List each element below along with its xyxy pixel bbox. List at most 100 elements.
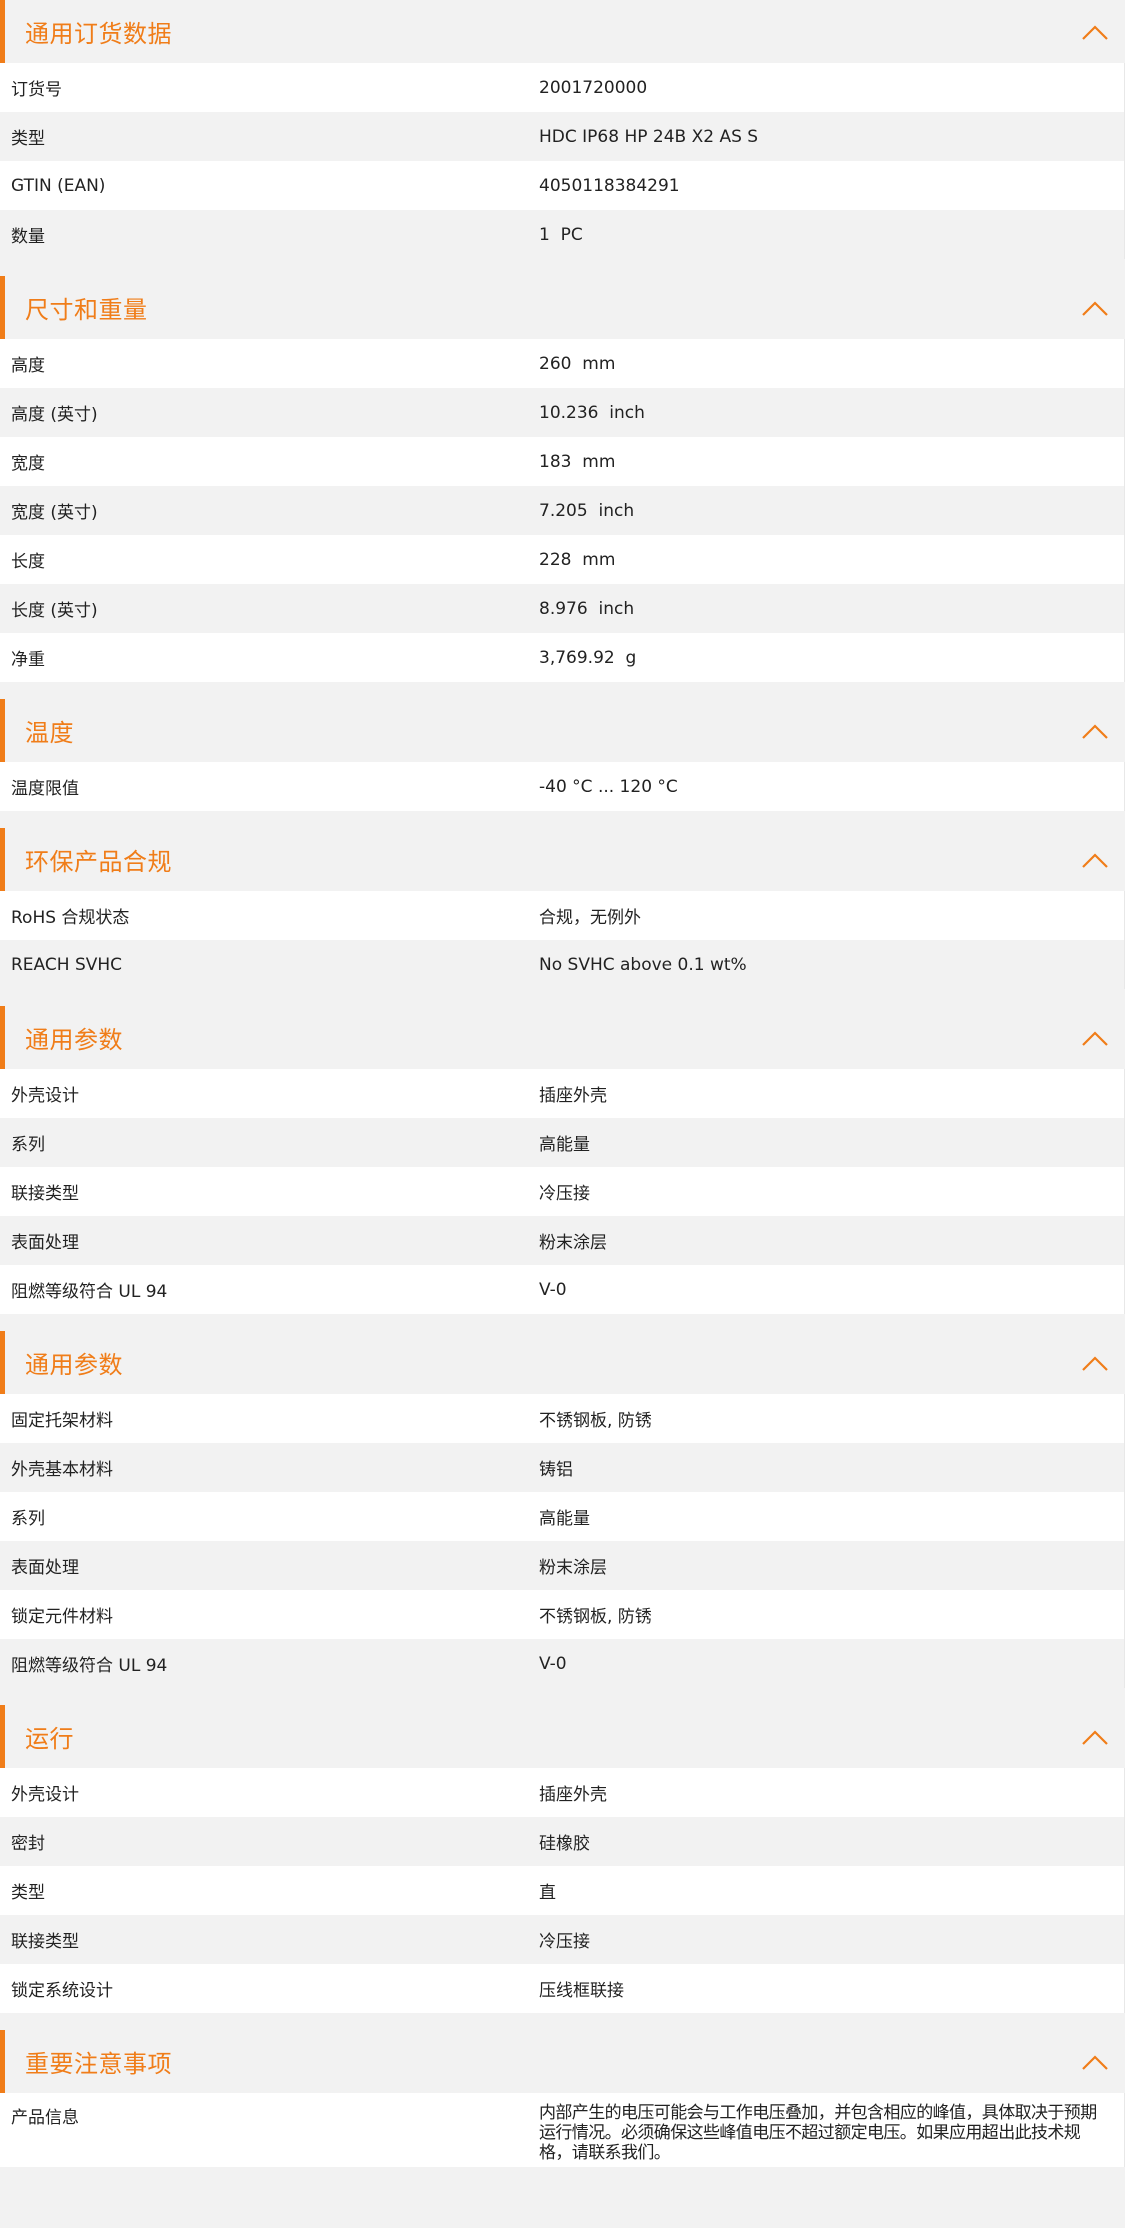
table-row: 密封 硅橡胶 <box>0 1817 1124 1866</box>
row-value: 4050118384291 <box>539 175 680 196</box>
table-row: 宽度 (英寸) 7.205 inch <box>0 486 1124 535</box>
row-label: 系列 <box>11 1135 45 1155</box>
section-header[interactable]: 通用参数 <box>0 1331 1125 1394</box>
table-row: 高度 (英寸) 10.236 inch <box>0 388 1124 437</box>
spec-table: 产品信息 内部产生的电压可能会与工作电压叠加，并包含相应的峰值，具体取决于预期运行… <box>0 2093 1125 2167</box>
row-value: No SVHC above 0.1 wt% <box>539 954 747 975</box>
row-label: 高度 (英寸) <box>11 405 98 425</box>
row-label: 产品信息 <box>11 2108 79 2128</box>
table-row: 温度限值 -40 °C ... 120 °C <box>0 762 1124 811</box>
row-value: 260 mm <box>539 353 616 374</box>
table-row: 系列 高能量 <box>0 1118 1124 1167</box>
chevron-up-icon[interactable] <box>1081 299 1109 317</box>
row-value: 冷压接 <box>539 1184 590 1204</box>
row-label: 锁定元件材料 <box>11 1607 113 1627</box>
table-row: 高度 260 mm <box>0 339 1124 388</box>
row-value: V-0 <box>539 1653 567 1674</box>
section-title: 尺寸和重量 <box>25 296 148 324</box>
row-value: 冷压接 <box>539 1932 590 1952</box>
row-label: 表面处理 <box>11 1558 79 1578</box>
row-value: -40 °C ... 120 °C <box>539 776 678 797</box>
section-title: 通用订货数据 <box>25 20 172 48</box>
row-label: 订货号 <box>11 80 62 100</box>
table-row: 类型 直 <box>0 1866 1124 1915</box>
section-title: 通用参数 <box>25 1026 123 1054</box>
row-label: 锁定系统设计 <box>11 1981 113 2001</box>
chevron-up-icon[interactable] <box>1081 722 1109 740</box>
section-header[interactable]: 运行 <box>0 1705 1125 1768</box>
spec-table: 外壳设计 插座外壳 系列 高能量 联接类型 冷压接 表面处理 粉末涂层 阻燃等级符合 UL 94… <box>0 1069 1125 1314</box>
section-header[interactable]: 环保产品合规 <box>0 828 1125 891</box>
table-row: 长度 (英寸) 8.976 inch <box>0 584 1124 633</box>
section-title: 温度 <box>25 719 74 747</box>
row-label: 阻燃等级符合 UL 94 <box>11 1282 168 1302</box>
row-label: 长度 <box>11 552 45 572</box>
row-label: 系列 <box>11 1509 45 1529</box>
row-label: 外壳设计 <box>11 1785 79 1805</box>
section-title: 环保产品合规 <box>25 848 172 876</box>
row-value: 高能量 <box>539 1135 590 1155</box>
row-value: 压线框联接 <box>539 1981 624 2001</box>
table-row: 类型 HDC IP68 HP 24B X2 AS S <box>0 112 1124 161</box>
row-value: 合规，无例外 <box>539 908 641 928</box>
row-value: 插座外壳 <box>539 1086 607 1106</box>
table-row: 联接类型 冷压接 <box>0 1915 1124 1964</box>
row-value: 铸铝 <box>539 1460 573 1480</box>
table-row: 表面处理 粉末涂层 <box>0 1216 1124 1265</box>
row-label: 长度 (英寸) <box>11 601 98 621</box>
chevron-up-icon[interactable] <box>1081 2053 1109 2071</box>
row-value: 1 PC <box>539 224 583 245</box>
table-row: 锁定元件材料 不锈钢板, 防锈 <box>0 1590 1124 1639</box>
row-label: 表面处理 <box>11 1233 79 1253</box>
section-header[interactable]: 重要注意事项 <box>0 2030 1125 2093</box>
spec-table: 外壳设计 插座外壳 密封 硅橡胶 类型 直联接类型 冷压接 锁定系统设计 压线框联接 <box>0 1768 1125 2013</box>
row-value: 10.236 inch <box>539 402 645 423</box>
spec-table: 高度 260 mm 高度 (英寸) 10.236 inch 宽度 183 mm 宽度 (英寸… <box>0 339 1125 682</box>
table-row: GTIN (EAN) 4050118384291 <box>0 161 1124 210</box>
row-value: HDC IP68 HP 24B X2 AS S <box>539 126 759 147</box>
section-header[interactable]: 尺寸和重量 <box>0 276 1125 339</box>
spec-section: 通用参数 外壳设计 插座外壳 系列 高能量 联接类型 冷压接 表面处理 粉末涂层 阻燃等级符合 U… <box>0 1006 1125 1314</box>
table-row: 系列 高能量 <box>0 1492 1124 1541</box>
table-row: 数量 1 PC <box>0 210 1124 259</box>
table-row: REACH SVHC No SVHC above 0.1 wt% <box>0 940 1124 989</box>
chevron-up-icon[interactable] <box>1081 23 1109 41</box>
table-row: 宽度 183 mm <box>0 437 1124 486</box>
section-header[interactable]: 温度 <box>0 699 1125 762</box>
row-label: 温度限值 <box>11 779 79 799</box>
row-value: 内部产生的电压可能会与工作电压叠加，并包含相应的峰值，具体取决于预期运行情况。必… <box>539 2103 1097 2163</box>
row-value: 高能量 <box>539 1509 590 1529</box>
section-title: 重要注意事项 <box>25 2050 172 2078</box>
chevron-up-icon[interactable] <box>1081 1354 1109 1372</box>
table-row: 联接类型 冷压接 <box>0 1167 1124 1216</box>
row-value: 3,769.92 g <box>539 647 637 668</box>
row-value: 8.976 inch <box>539 598 635 619</box>
row-value: 228 mm <box>539 549 616 570</box>
table-row: 外壳设计 插座外壳 <box>0 1069 1124 1118</box>
table-row: 外壳基本材料 铸铝 <box>0 1443 1124 1492</box>
spec-table: 固定托架材料 不锈钢板, 防锈 外壳基本材料 铸铝 系列 高能量 表面处理 粉末涂层 锁定元件材… <box>0 1394 1125 1688</box>
table-row: 锁定系统设计 压线框联接 <box>0 1964 1124 2013</box>
row-label: REACH SVHC <box>11 954 123 975</box>
row-label: 外壳基本材料 <box>11 1460 113 1480</box>
row-value: 硅橡胶 <box>539 1834 590 1854</box>
chevron-up-icon[interactable] <box>1081 1728 1109 1746</box>
row-value: V-0 <box>539 1279 567 1300</box>
spec-section: 重要注意事项产品信息 内部产生的电压可能会与工作电压叠加，并包含相应的峰值，具体取… <box>0 2030 1125 2167</box>
section-header[interactable]: 通用参数 <box>0 1006 1125 1069</box>
row-label: 宽度 (英寸) <box>11 503 98 523</box>
row-value: 直 <box>539 1883 556 1903</box>
section-header[interactable]: 通用订货数据 <box>0 0 1125 63</box>
spec-section: 通用订货数据订货号 2001720000 类型 HDC IP68 HP 24B X2 … <box>0 0 1125 259</box>
table-row: 阻燃等级符合 UL 94 V-0 <box>0 1265 1124 1314</box>
row-label: 密封 <box>11 1834 45 1854</box>
row-value: 2001720000 <box>539 77 648 98</box>
chevron-up-icon[interactable] <box>1081 851 1109 869</box>
row-label: 阻燃等级符合 UL 94 <box>11 1656 168 1676</box>
table-row: 固定托架材料 不锈钢板, 防锈 <box>0 1394 1124 1443</box>
row-label: 高度 <box>11 356 45 376</box>
chevron-up-icon[interactable] <box>1081 1029 1109 1047</box>
spec-section: 温度温度限值 -40 °C ... 120 °C <box>0 699 1125 811</box>
spec-table: 订货号 2001720000 类型 HDC IP68 HP 24B X2 AS S GT… <box>0 63 1125 259</box>
row-value: 7.205 inch <box>539 500 635 521</box>
